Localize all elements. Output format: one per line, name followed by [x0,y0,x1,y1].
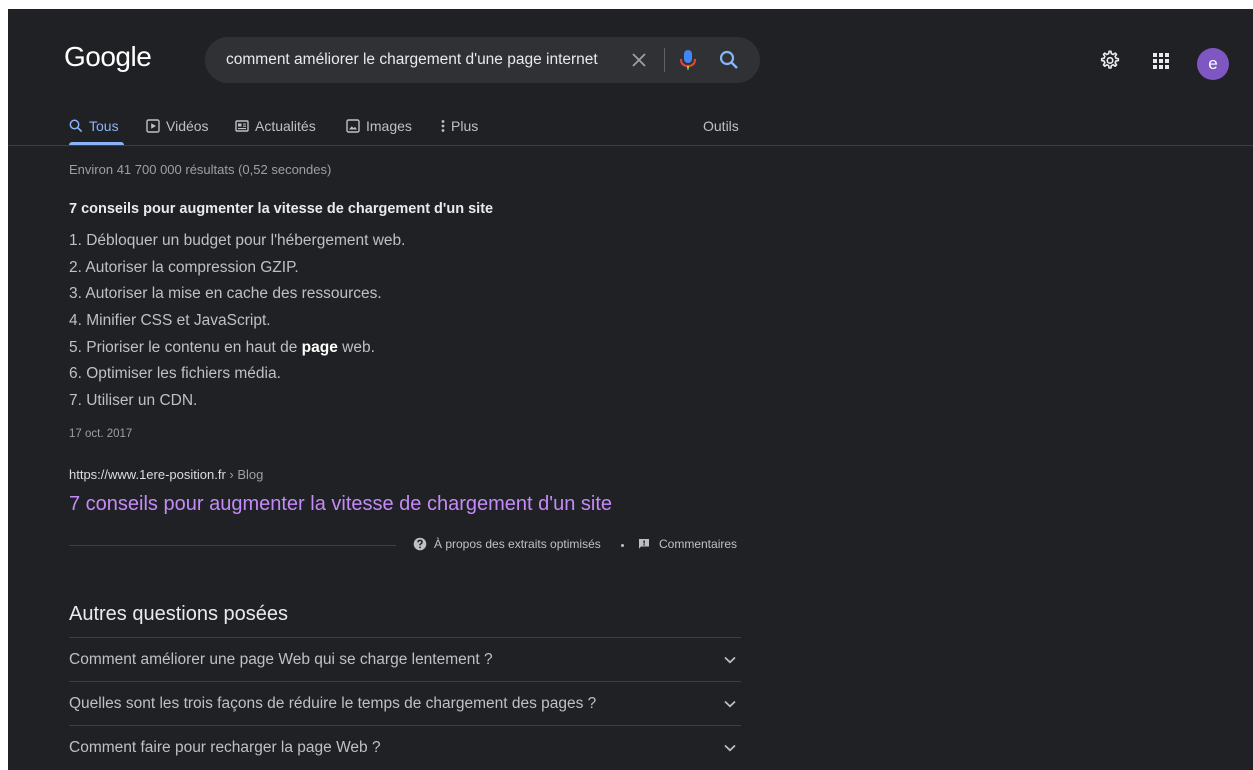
search-icon [69,119,83,133]
people-also-ask-heading: Autres questions posées [69,603,289,625]
paa-question[interactable]: Comment améliorer une page Web qui se ch… [69,637,741,681]
tab-videos[interactable]: Vidéos [146,116,209,136]
tab-news-label: Actualités [255,118,316,134]
list-item: 1. Débloquer un budget pour l'hébergemen… [69,232,406,249]
result-url[interactable]: https://www.1ere-position.fr › Blog [69,467,263,482]
google-logo[interactable]: Google [64,41,152,73]
chevron-down-icon [724,700,736,707]
about-featured-label: À propos des extraits optimisés [434,537,601,551]
vertical-dots-icon [441,120,445,132]
list-item-bold: page [301,338,338,356]
tab-images-label: Images [366,118,412,134]
comment-icon [639,539,649,549]
result-title-link[interactable]: 7 conseils pour augmenter la vitesse de … [69,493,612,516]
gear-icon[interactable] [1099,49,1121,71]
paa-question-text: Comment améliorer une page Web qui se ch… [69,650,493,668]
question-circle-icon [413,537,427,551]
tab-videos-label: Vidéos [166,118,209,134]
search-results-page: Google comment améliorer le chargement d… [8,9,1253,770]
featured-snippet-title: 7 conseils pour augmenter la vitesse de … [69,201,494,217]
search-box[interactable]: comment améliorer le chargement d'une pa… [205,37,760,83]
featured-snippet-divider [69,545,396,546]
list-item: 7. Utiliser un CDN. [69,392,198,410]
play-icon [146,119,160,133]
tab-tools-label: Outils [703,118,739,134]
paa-question[interactable]: Quelles sont les trois façons de réduire… [69,681,741,725]
about-featured-snippets-link[interactable]: À propos des extraits optimisés [413,537,601,551]
microphone-icon[interactable] [677,48,699,72]
url-breadcrumb: › Blog [225,467,264,482]
url-domain: https://www.1ere-position.fr [69,467,226,482]
grid-icon[interactable] [1152,52,1170,70]
close-icon[interactable] [629,50,649,70]
list-item: 4. Minifier CSS et JavaScript. [69,312,271,330]
tab-all-label: Tous [89,118,119,134]
feedback-link[interactable]: Commentaires [638,537,737,551]
tab-more-label: Plus [451,118,479,134]
list-item-text: web. [337,338,375,356]
tab-news[interactable]: Actualités [235,116,316,136]
paa-question[interactable]: Comment faire pour recharger la page Web… [69,725,741,769]
tab-all[interactable]: Tous [69,116,119,136]
tabs-divider [8,145,1253,146]
featured-snippet-list: 1. Débloquer un budget pour l'hébergemen… [69,231,405,418]
search-input[interactable]: comment améliorer le chargement d'une pa… [226,51,618,71]
tab-more[interactable]: Plus [441,116,478,136]
chevron-down-icon [724,656,736,663]
snippet-date: 17 oct. 2017 [69,428,133,440]
newspaper-icon [235,120,249,132]
tab-images[interactable]: Images [346,116,412,136]
avatar[interactable]: e [1197,48,1229,80]
result-stats: Environ 41 700 000 résultats (0,52 secon… [69,162,332,177]
feedback-label: Commentaires [659,537,738,551]
search-box-divider [664,48,665,72]
chevron-down-icon [724,744,736,751]
magnifier-icon[interactable] [718,49,740,71]
separator-dot [621,544,624,547]
tab-tools[interactable]: Outils [703,116,739,136]
paa-question-text: Comment faire pour recharger la page Web… [69,738,381,756]
list-item: 2. Autoriser la compression GZIP. [69,258,299,276]
paa-question-text: Quelles sont les trois façons de réduire… [69,694,597,712]
list-item-text: 5. Prioriser le contenu en haut de [69,338,302,356]
list-item: 3. Autoriser la mise en cache des ressou… [69,285,382,303]
list-item: 5. Prioriser le contenu en haut de page … [69,338,405,365]
list-item: 6. Optimiser les fichiers média. [69,365,281,383]
image-icon [346,119,360,133]
